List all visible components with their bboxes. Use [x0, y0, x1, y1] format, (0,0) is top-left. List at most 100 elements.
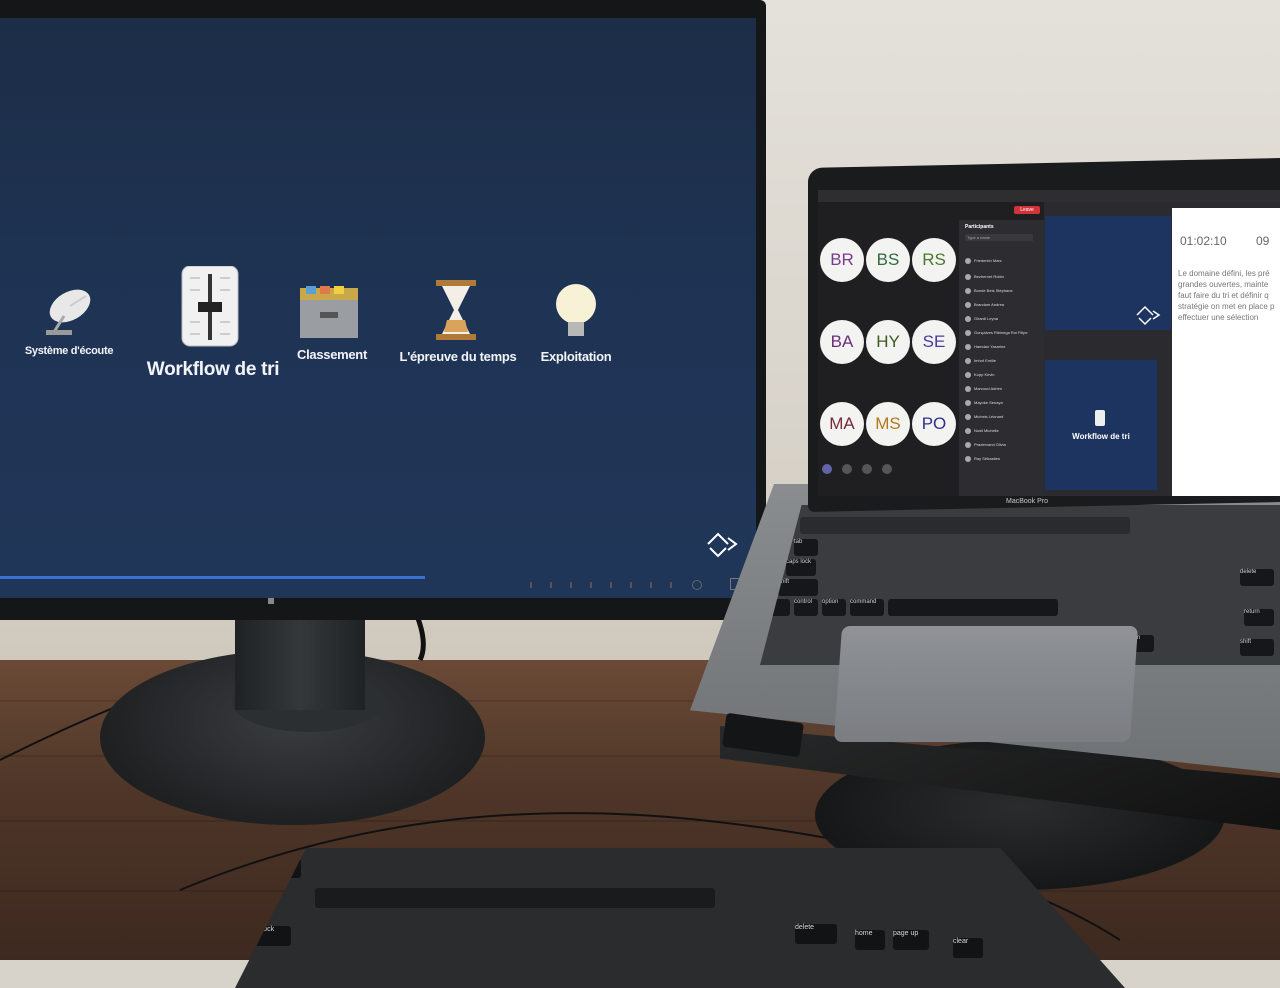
clock: 09 — [1256, 234, 1270, 248]
participant-name: Nusil Michelle — [974, 428, 999, 433]
key-home[interactable]: home — [855, 930, 885, 950]
participant-list-item[interactable]: Brandam Andrea — [965, 300, 1041, 309]
tile-initials: BR — [830, 250, 854, 269]
call-control-button[interactable] — [842, 464, 852, 474]
participant-list-item[interactable]: Friederich Marc — [965, 256, 1041, 265]
participant-name: Girardl Leyna — [974, 316, 999, 321]
next-slide-title: Workflow de tri — [1072, 432, 1130, 441]
participant-name: Brandam Andrea — [974, 302, 1005, 307]
participant-list-item[interactable]: Pradervand Olivia — [965, 440, 1041, 449]
key-shift-left[interactable]: shift — [778, 579, 818, 596]
fader-slider-icon — [1095, 410, 1105, 426]
participant-list-item[interactable]: Bezhernet Robin — [965, 272, 1041, 281]
key-row[interactable] — [315, 888, 715, 908]
participant-name: Hamdan Yasmine — [974, 344, 1006, 349]
participant-search-input[interactable]: Type a name — [965, 234, 1033, 241]
power-icon[interactable] — [692, 580, 702, 590]
key-space[interactable] — [888, 599, 1058, 616]
participant-list-item[interactable]: Bonde Bels Stéphane — [965, 286, 1041, 295]
participant-list-item[interactable]: Gonçalves Ribinega Rui Filipe — [965, 328, 1041, 337]
laptop-screen: Leave BR BS RS BA HY SE MA MS PO Partici… — [818, 190, 1280, 496]
leave-button[interactable]: Leave — [1014, 206, 1040, 214]
participant-name: Ray Sébastien — [974, 456, 1001, 461]
participant-list-item[interactable]: Mayoke Senaya — [965, 398, 1041, 407]
presenter-notes-panel: 01:02:10 09 Le domaine défini, les pré g… — [1172, 208, 1280, 496]
fader-slider-icon — [181, 265, 239, 347]
tile-initials: PO — [921, 414, 947, 433]
participant-list-item[interactable]: Kopp Kevin — [965, 370, 1041, 379]
hourglass-icon — [436, 280, 476, 340]
dock-item-label: Workflow de tri — [146, 359, 280, 380]
dock-item-label: Classement — [297, 347, 367, 362]
participant-name: Mayoke Senaya — [974, 400, 1003, 405]
key-tab[interactable]: tab — [794, 539, 818, 556]
participant-name: Imhof Emilie — [974, 358, 997, 363]
navigation-arrows-icon — [1136, 305, 1161, 326]
participant-name: Friederich Marc — [974, 258, 1002, 263]
dock-item-label: Exploitation — [540, 349, 612, 364]
participant-name: Pradervand Olivia — [974, 442, 1006, 447]
call-control-button[interactable] — [862, 464, 872, 474]
participant-list-item[interactable]: Girardl Leyna — [965, 314, 1041, 323]
elapsed-timer: 01:02:10 — [1180, 234, 1227, 248]
call-control-button[interactable] — [822, 464, 832, 474]
monitor-logo — [268, 598, 274, 604]
key-control[interactable]: control — [794, 599, 818, 616]
dock-item-systeme-ecoute[interactable]: Système d'écoute — [24, 280, 114, 357]
participant-tile-ms[interactable]: MS — [866, 402, 910, 446]
participants-header: Participants — [965, 224, 994, 230]
participant-name: Bonde Bels Stéphane — [974, 288, 1013, 293]
participants-panel: Participants Type a name Friederich Marc… — [959, 220, 1044, 496]
dock-item-label: Système d'écoute — [24, 345, 114, 357]
dock-item-exploitation[interactable]: Exploitation — [530, 280, 622, 364]
participant-tile-bs[interactable]: BS — [866, 238, 910, 282]
participant-list-item[interactable]: Michels Léonard — [965, 412, 1041, 421]
key-page-up[interactable]: page up — [893, 930, 929, 950]
tile-initials: SE — [922, 332, 946, 351]
external-keyboard: esc caps lock delete home page up clear — [235, 848, 1125, 988]
navigation-arrows-icon[interactable] — [702, 526, 742, 562]
touch-bar[interactable] — [800, 517, 1130, 534]
participant-tile-rs[interactable]: RS — [912, 238, 956, 282]
participant-list-item[interactable]: Imhof Emilie — [965, 356, 1041, 365]
participant-list-item[interactable]: Marcoud Adrien — [965, 384, 1041, 393]
speaker-notes: Le domaine défini, les pré grandes ouver… — [1178, 269, 1275, 322]
participant-name: Gonçalves Ribinega Rui Filipe — [974, 330, 1028, 335]
participant-tile-po[interactable]: PO — [912, 402, 956, 446]
call-control-button[interactable] — [882, 464, 892, 474]
teams-meeting-window: Leave BR BS RS BA HY SE MA MS PO Partici… — [818, 202, 1044, 496]
participant-list-item[interactable]: Ray Sébastien — [965, 454, 1041, 463]
participant-list-item[interactable]: Hamdan Yasmine — [965, 342, 1041, 351]
current-slide-preview — [1045, 216, 1171, 330]
tile-initials: BA — [830, 332, 854, 351]
dock-item-workflow-de-tri[interactable]: Workflow de tri — [140, 265, 286, 381]
participant-name: Bezhernet Robin — [974, 274, 1004, 279]
laptop-brand-label: MacBook Pro — [1006, 498, 1049, 505]
key-shift-right[interactable]: shift — [1240, 639, 1274, 656]
key-clear[interactable]: clear — [953, 938, 983, 958]
participant-name: Marcoud Adrien — [974, 386, 1003, 391]
participant-tile-ma[interactable]: MA — [820, 402, 864, 446]
participant-tile-ba[interactable]: BA — [820, 320, 864, 364]
key-command[interactable]: command — [850, 599, 884, 616]
external-monitor: Système d'écoute Workflow de tri Classem… — [0, 0, 766, 620]
participant-tile-hy[interactable]: HY — [866, 320, 910, 364]
file-drawer-icon — [300, 286, 358, 338]
dock-item-epreuve-du-temps[interactable]: L'épreuve du temps — [392, 278, 524, 364]
participant-tile-se[interactable]: SE — [912, 320, 956, 364]
key-caps-lock[interactable]: caps lock — [786, 559, 816, 576]
lightbulb-icon — [556, 284, 596, 336]
key-option[interactable]: option — [822, 599, 846, 616]
tile-initials: HY — [876, 332, 900, 351]
monitor-control-buttons[interactable] — [520, 578, 750, 592]
participant-tile-br[interactable]: BR — [820, 238, 864, 282]
progress-bar — [0, 576, 425, 579]
dock-item-classement[interactable]: Classement — [286, 284, 378, 362]
tile-initials: MS — [875, 414, 901, 433]
key-delete[interactable]: delete — [1240, 569, 1274, 586]
key-return[interactable]: return — [1244, 609, 1274, 626]
trackpad[interactable] — [833, 626, 1139, 742]
key-delete[interactable]: delete — [795, 924, 837, 944]
participant-list-item[interactable]: Nusil Michelle — [965, 426, 1041, 435]
tile-initials: MA — [829, 414, 855, 433]
